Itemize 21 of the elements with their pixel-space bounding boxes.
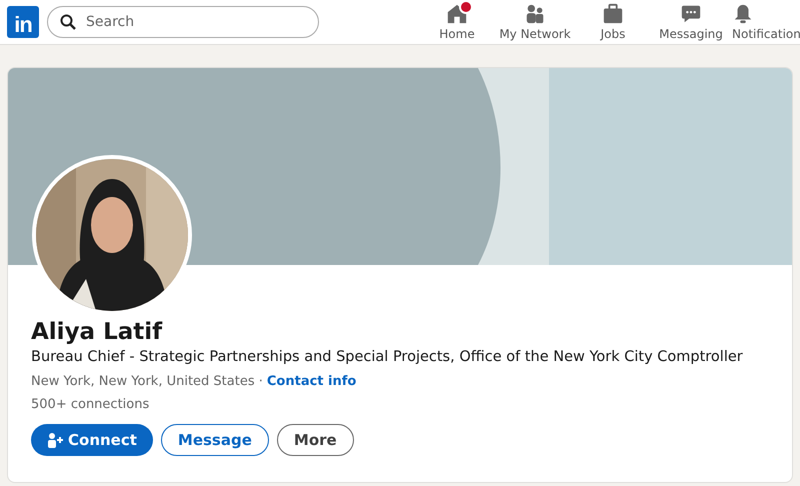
chat-icon	[680, 3, 702, 25]
nav-item[interactable]: Messaging	[652, 3, 730, 41]
bell-icon	[732, 3, 754, 25]
location-text: New York, New York, United States ·	[31, 374, 263, 389]
more-button[interactable]: More	[276, 424, 354, 456]
message-button[interactable]: Message	[160, 424, 269, 456]
profile-headline: Bureau Chief - Strategic Partnerships and Special Projects, Office of the New York City Comptroller	[31, 349, 744, 365]
add-person-icon	[47, 432, 63, 448]
connections-count: 500+ connections	[31, 397, 150, 412]
nav-item[interactable]: Jobs	[574, 3, 652, 41]
nav-item[interactable]: Notification	[730, 3, 800, 41]
search-icon	[60, 14, 76, 30]
nav-item[interactable]: My Network	[496, 3, 574, 41]
profile-name: Aliya Latif	[31, 319, 164, 345]
logo[interactable]: in	[7, 6, 39, 38]
people-icon	[524, 3, 546, 25]
contact-info-link[interactable]: Contact info	[266, 374, 356, 389]
search-field[interactable]: Search	[47, 6, 319, 38]
connect-button[interactable]: Connect	[31, 424, 153, 456]
briefcase-icon	[602, 3, 624, 25]
nav-item[interactable]: Home	[418, 3, 496, 41]
